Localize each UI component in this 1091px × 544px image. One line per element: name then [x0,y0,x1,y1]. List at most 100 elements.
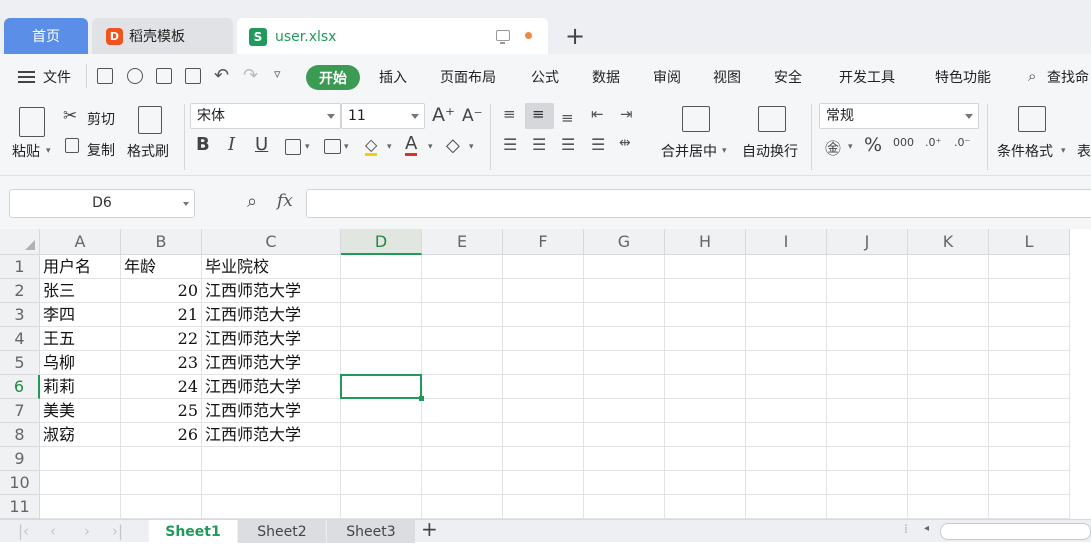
border-dropdown-icon[interactable]: ▾ [305,142,310,152]
tab-user-xlsx[interactable]: S user.xlsx [237,18,548,55]
distributed-align-icon[interactable]: ⇹ [619,135,631,151]
cell-d3[interactable] [341,303,422,327]
format-painter-button[interactable]: 格式刷 [127,141,169,161]
cell-i10[interactable] [746,471,827,495]
column-header-k[interactable]: K [908,229,989,255]
cell-l3[interactable] [989,303,1070,327]
cell-c8[interactable]: 江西师范大学 [202,423,341,447]
name-box[interactable]: D6 [9,189,195,218]
cell-b8[interactable]: 26 [121,423,202,447]
column-header-e[interactable]: E [422,229,503,255]
number-format-select[interactable]: 常规 [819,103,979,129]
cell-g3[interactable] [584,303,665,327]
menu-formulas[interactable]: 公式 [531,67,559,87]
cell-e8[interactable] [422,423,503,447]
cell-e3[interactable] [422,303,503,327]
cell-c6[interactable]: 江西师范大学 [202,375,341,399]
decrease-decimal-icon[interactable]: .0⁻ [954,136,970,149]
cell-h9[interactable] [665,447,746,471]
column-header-a[interactable]: A [40,229,121,255]
cell-d7[interactable] [341,399,422,423]
column-header-f[interactable]: F [503,229,584,255]
menu-view[interactable]: 视图 [713,67,741,87]
cell-b2[interactable]: 20 [121,279,202,303]
monitor-icon[interactable] [496,30,510,44]
cell-c5[interactable]: 江西师范大学 [202,351,341,375]
increase-decimal-icon[interactable]: .0⁺ [925,136,941,149]
export-icon[interactable] [127,68,143,84]
cell-b6[interactable]: 24 [121,375,202,399]
new-tab-plus-icon[interactable]: + [565,22,585,50]
cell-h6[interactable] [665,375,746,399]
cell-i4[interactable] [746,327,827,351]
cell-i6[interactable] [746,375,827,399]
cell-k5[interactable] [908,351,989,375]
row-header-1[interactable]: 1 [0,255,40,279]
cell-b7[interactable]: 25 [121,399,202,423]
row-header-2[interactable]: 2 [0,279,40,303]
search-icon[interactable]: ⌕ [1028,67,1036,85]
cell-f5[interactable] [503,351,584,375]
menu-special-features[interactable]: 特色功能 [935,67,991,87]
cell-c2[interactable]: 江西师范大学 [202,279,341,303]
cell-d2[interactable] [341,279,422,303]
cell-j6[interactable] [827,375,908,399]
cell-j4[interactable] [827,327,908,351]
menu-file[interactable]: 文件 [43,67,71,87]
scissors-icon[interactable]: ✂ [63,106,77,126]
cell-b1[interactable]: 年龄 [121,255,202,279]
cell-f1[interactable] [503,255,584,279]
row-header-11[interactable]: 11 [0,495,40,519]
column-header-g[interactable]: G [584,229,665,255]
align-middle-icon[interactable]: ≡ [532,103,545,125]
horizontal-scrollbar[interactable] [940,523,1091,540]
increase-indent-icon[interactable]: ⇥ [620,103,633,125]
cell-b5[interactable]: 23 [121,351,202,375]
menu-insert[interactable]: 插入 [379,67,407,87]
cell-j3[interactable] [827,303,908,327]
row-header-6[interactable]: 6 [0,375,40,399]
cell-i8[interactable] [746,423,827,447]
paste-dropdown-icon[interactable]: ▾ [46,146,51,156]
cell-k3[interactable] [908,303,989,327]
cell-b3[interactable]: 21 [121,303,202,327]
cell-f6[interactable] [503,375,584,399]
cell-f11[interactable] [503,495,584,519]
font-color-icon[interactable]: A [405,134,418,156]
cell-j2[interactable] [827,279,908,303]
prev-sheet-icon[interactable]: ‹ [50,522,56,540]
last-sheet-icon[interactable]: ›| [112,522,123,540]
print-preview-icon[interactable] [185,68,201,84]
column-header-d[interactable]: D [341,229,422,255]
print-icon[interactable] [156,68,172,84]
cell-c7[interactable]: 江西师范大学 [202,399,341,423]
scroll-split-icon[interactable]: ⁞ [904,522,908,536]
cell-e9[interactable] [422,447,503,471]
menu-developer-tools[interactable]: 开发工具 [839,67,895,87]
cell-k11[interactable] [908,495,989,519]
cell-e6[interactable] [422,375,503,399]
row-header-10[interactable]: 10 [0,471,40,495]
quick-access-dropdown-icon[interactable]: ▿ [274,67,281,82]
cell-k6[interactable] [908,375,989,399]
cell-k1[interactable] [908,255,989,279]
italic-icon[interactable]: I [228,134,235,155]
format-painter-icon[interactable] [138,106,162,134]
cell-f3[interactable] [503,303,584,327]
cell-c3[interactable]: 江西师范大学 [202,303,341,327]
cell-e2[interactable] [422,279,503,303]
cell-i3[interactable] [746,303,827,327]
cell-l7[interactable] [989,399,1070,423]
cell-a4[interactable]: 王五 [40,327,121,351]
cell-e4[interactable] [422,327,503,351]
cell-a11[interactable] [40,495,121,519]
cell-c1[interactable]: 毕业院校 [202,255,341,279]
cell-g8[interactable] [584,423,665,447]
paste-button[interactable]: 粘贴 [12,141,40,161]
cell-c9[interactable] [202,447,341,471]
border-icon[interactable] [285,139,301,155]
column-header-i[interactable]: I [746,229,827,255]
wrap-text-button[interactable]: 自动换行 [742,141,798,161]
add-sheet-plus-icon[interactable]: + [421,517,438,541]
cell-g5[interactable] [584,351,665,375]
